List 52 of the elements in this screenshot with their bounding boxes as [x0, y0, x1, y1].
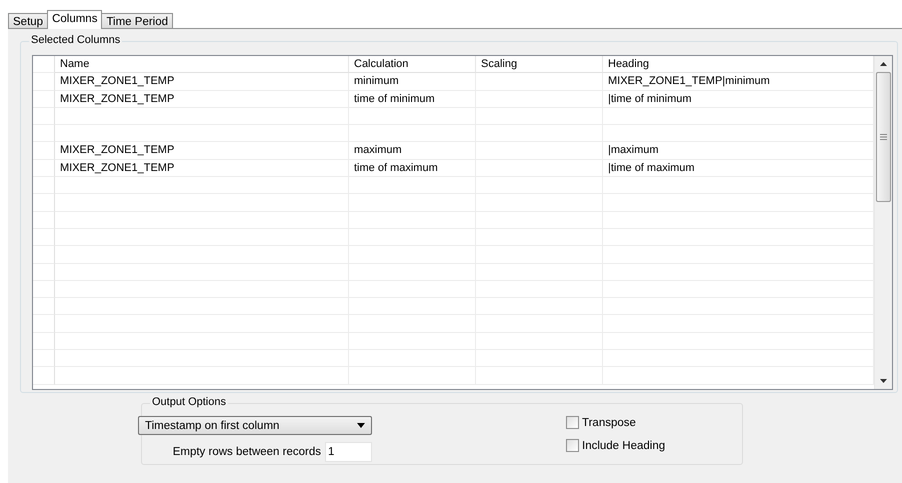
table-cell: |maximum	[603, 142, 874, 160]
row-header[interactable]	[33, 73, 55, 91]
table-cell: minimum	[349, 73, 476, 91]
row-header[interactable]	[33, 246, 55, 264]
row-header[interactable]	[33, 212, 55, 229]
grip-icon	[880, 134, 887, 140]
column-header[interactable]: Calculation	[349, 56, 476, 74]
row-header[interactable]	[33, 194, 55, 212]
scroll-down-icon[interactable]	[880, 379, 887, 383]
row-header[interactable]	[33, 350, 55, 368]
row-header[interactable]	[33, 160, 55, 178]
row-header[interactable]	[33, 142, 55, 160]
scroll-thumb[interactable]	[876, 72, 891, 202]
row-header[interactable]	[33, 177, 55, 194]
column-header[interactable]: Heading	[603, 56, 874, 74]
row-header[interactable]	[33, 108, 55, 126]
table-cell: MIXER_ZONE1_TEMP	[55, 142, 349, 160]
field-label: Empty rows between records	[172, 446, 321, 458]
table-cell: maximum	[349, 142, 476, 160]
tab[interactable]: Setup	[8, 13, 48, 29]
column-header[interactable]: Scaling	[476, 56, 603, 74]
row-header[interactable]	[33, 298, 55, 316]
row-header[interactable]	[33, 367, 55, 385]
checkbox[interactable]	[566, 439, 579, 452]
table-cell: MIXER_ZONE1_TEMP	[55, 73, 349, 91]
checkbox-label: Transpose	[582, 416, 636, 428]
table-cell: time of maximum	[349, 160, 476, 178]
table-cell: |time of maximum	[603, 160, 874, 178]
tab[interactable]: Time Period	[101, 13, 174, 29]
column-header[interactable]: Name	[55, 56, 349, 74]
table-cell: MIXER_ZONE1_TEMP	[55, 90, 349, 108]
row-header[interactable]	[33, 90, 55, 108]
group-title: Selected Columns	[29, 34, 122, 46]
input-field[interactable]: 1	[325, 442, 372, 462]
row-header[interactable]	[33, 280, 55, 298]
row-header[interactable]	[33, 228, 55, 246]
table-cell: MIXER_ZONE1_TEMP|minimum	[603, 73, 874, 91]
row-header[interactable]	[33, 264, 55, 281]
row-header[interactable]	[33, 315, 55, 333]
checkbox[interactable]	[566, 416, 579, 429]
row-header[interactable]	[33, 125, 55, 142]
checkbox-label: Include Heading	[582, 440, 666, 452]
dropdown[interactable]: Timestamp on first column	[138, 416, 372, 435]
tab[interactable]: Columns	[47, 10, 102, 29]
table-cell: |time of minimum	[603, 90, 874, 108]
scroll-up-icon[interactable]	[880, 62, 887, 66]
scrollbar[interactable]	[874, 56, 892, 389]
group-title: Output Options	[150, 396, 228, 408]
row-header[interactable]	[33, 332, 55, 350]
table-cell: time of minimum	[349, 90, 476, 108]
caret-icon	[357, 423, 365, 428]
table-cell: MIXER_ZONE1_TEMP	[55, 160, 349, 178]
